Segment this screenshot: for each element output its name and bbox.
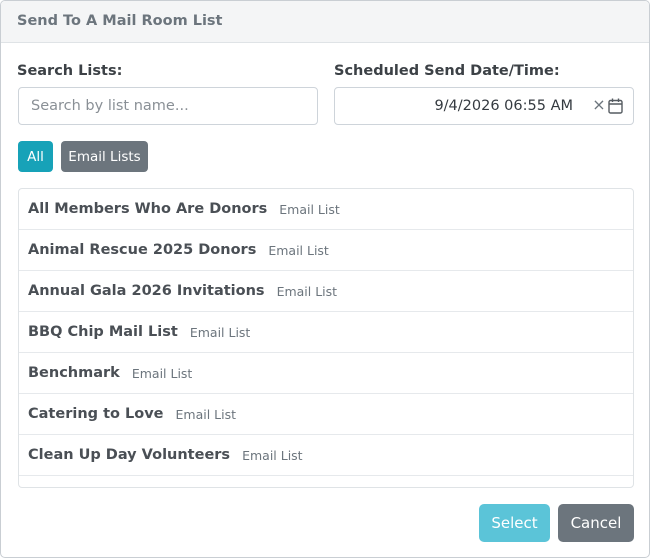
- list-name: Clean Up Day Volunteers: [28, 447, 231, 463]
- list-name: All Members Who Are Donors: [28, 201, 268, 217]
- dialog-title: Send To A Mail Room List: [17, 13, 223, 29]
- list-type-badge: Email List: [268, 242, 329, 258]
- list-item[interactable]: Catering to Love Email List: [19, 394, 633, 435]
- search-label: Search Lists:: [17, 63, 123, 79]
- filter-all-button[interactable]: All: [18, 141, 53, 172]
- list-name: Benchmark: [28, 365, 120, 381]
- schedule-date-value: 9/4/2026 06:55 AM: [434, 98, 573, 114]
- list-name: Animal Rescue 2025 Donors: [28, 242, 257, 258]
- dialog-header: Send To A Mail Room List: [1, 1, 649, 43]
- list-item[interactable]: Animal Rescue 2025 Donors Email List: [19, 230, 633, 271]
- list-type-badge: Email List: [175, 406, 237, 422]
- list-name: Annual Gala 2026 Invitations: [28, 283, 265, 299]
- search-input[interactable]: [18, 87, 318, 125]
- list-item[interactable]: Benchmark Email List: [19, 353, 633, 394]
- list-name: BBQ Chip Mail List: [28, 324, 178, 340]
- list-type-badge: Email List: [276, 283, 338, 299]
- list-type-badge: Email List: [189, 324, 251, 340]
- list-item[interactable]: BBQ Chip Mail List Email List: [19, 312, 633, 353]
- mail-room-dialog: Send To A Mail Room List Search Lists: S…: [0, 0, 650, 558]
- filter-email-lists-button[interactable]: Email Lists: [61, 141, 148, 172]
- list-type-badge: Email List: [131, 365, 193, 381]
- select-button[interactable]: Select: [479, 504, 550, 542]
- clear-date-icon[interactable]: ×: [592, 96, 606, 114]
- list-name: Catering to Love: [28, 406, 164, 422]
- list-type-badge: Email List: [279, 201, 340, 217]
- list-item[interactable]: Annual Gala 2026 Invitations Email List: [19, 271, 633, 312]
- list-item[interactable]: Clean Up Day Volunteers Email List: [19, 435, 633, 476]
- list-item[interactable]: All Members Who Are Donors Email List: [19, 189, 633, 230]
- schedule-label: Scheduled Send Date/Time:: [334, 63, 560, 79]
- schedule-date-input[interactable]: 9/4/2026 06:55 AM ×: [334, 87, 634, 125]
- mail-list-results: All Members Who Are Donors Email List An…: [18, 188, 634, 488]
- list-item-partial[interactable]: [19, 476, 633, 487]
- calendar-icon[interactable]: [608, 98, 623, 114]
- cancel-button[interactable]: Cancel: [558, 504, 634, 542]
- list-type-badge: Email List: [242, 447, 303, 463]
